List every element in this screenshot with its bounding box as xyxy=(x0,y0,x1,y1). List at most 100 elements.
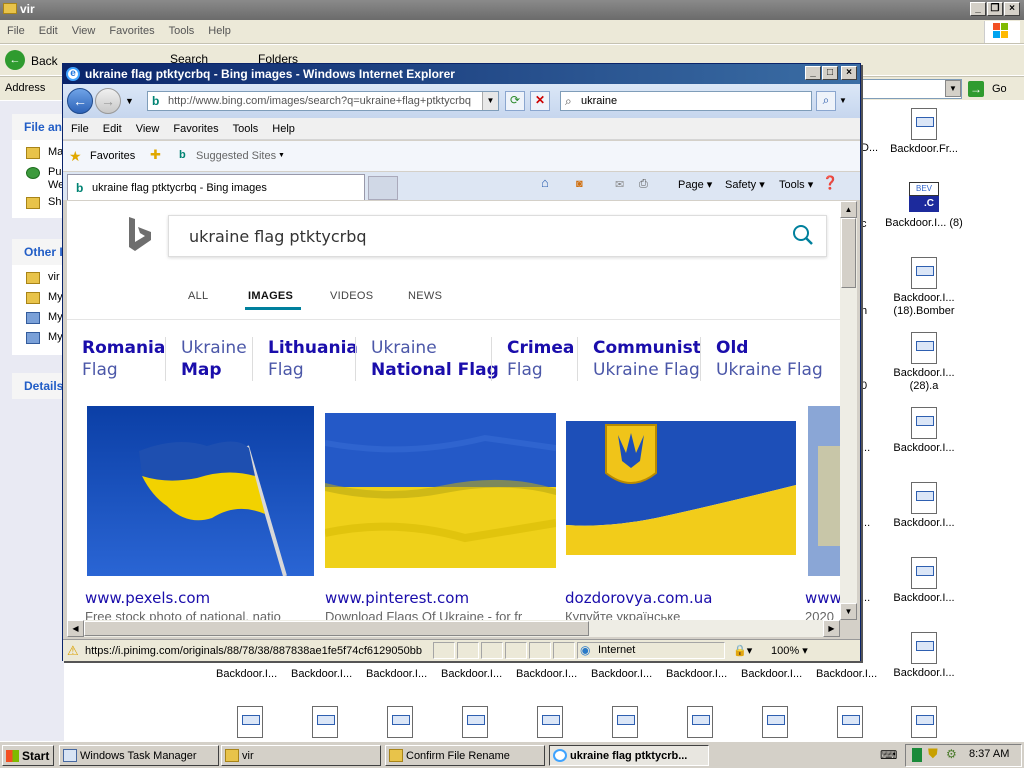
zoom-control[interactable]: 100% ▾ xyxy=(771,644,808,657)
file-task-item[interactable]: We xyxy=(24,179,64,195)
scope-videos[interactable]: VIDEOS xyxy=(330,290,373,302)
maximize-button[interactable]: □ xyxy=(822,66,838,80)
menu-tools[interactable]: Tools xyxy=(162,20,202,42)
image-result-pexels[interactable] xyxy=(87,406,314,576)
file-icon[interactable] xyxy=(734,706,816,740)
file-icon[interactable] xyxy=(434,706,516,740)
search-options-dropdown-icon[interactable]: ▼ xyxy=(839,96,847,105)
other-places-header[interactable]: Other I xyxy=(12,239,64,265)
file-label[interactable]: Backdoor.I... xyxy=(591,668,652,680)
tab-active[interactable]: b ukraine flag ptktycrbq - Bing images xyxy=(67,174,365,200)
scroll-right-arrow-icon[interactable]: ▶ xyxy=(823,620,840,637)
stop-icon[interactable]: ✕ xyxy=(530,91,550,111)
file-item[interactable]: Backdoor.Fr... xyxy=(883,108,965,168)
file-item[interactable]: Backdoor.I... xyxy=(883,482,965,542)
restore-button[interactable]: ❐ xyxy=(987,2,1003,16)
related-search-lithuania[interactable]: Lithuania Flag xyxy=(268,337,358,381)
menu-favorites[interactable]: Favorites xyxy=(165,118,224,135)
image-result-pinterest[interactable] xyxy=(325,413,556,568)
bing-search-box[interactable]: ukraine flag ptktycrbq xyxy=(168,215,827,257)
file-item[interactable]: BEV .C Backdoor.I... (8) xyxy=(883,182,965,242)
suggested-sites-link[interactable]: Suggested Sites xyxy=(196,150,276,162)
favorites-star-icon[interactable]: ★ xyxy=(69,148,82,165)
related-search-ukraine-national-flag[interactable]: Ukraine National Flag xyxy=(371,337,499,381)
scope-images[interactable]: IMAGES xyxy=(248,290,293,302)
result-source-link[interactable]: dozdorovya.com.ua xyxy=(565,589,713,607)
search-icon[interactable] xyxy=(792,224,814,251)
close-button[interactable]: × xyxy=(1004,2,1020,16)
read-mail-icon[interactable]: ✉ xyxy=(615,178,624,191)
file-icon[interactable] xyxy=(809,706,891,740)
keyboard-icon[interactable]: ⌨ xyxy=(880,748,897,762)
image-result-dozdorovya[interactable] xyxy=(566,413,796,568)
safety-menu[interactable]: Safety ▾ xyxy=(725,178,765,191)
forward-button[interactable]: → xyxy=(95,88,121,114)
file-task-item[interactable]: Sha xyxy=(24,196,64,212)
minimize-button[interactable]: _ xyxy=(805,66,821,80)
address-bar[interactable]: b http://www.bing.com/images/search?q=uk… xyxy=(147,91,499,111)
print-icon[interactable]: ⎙ xyxy=(639,178,648,191)
file-task-item[interactable]: Ma xyxy=(24,146,64,162)
result-description[interactable]: 2020 xyxy=(805,609,840,620)
clock[interactable]: 8:37 AM xyxy=(969,748,1009,760)
menu-help[interactable]: Help xyxy=(264,118,301,135)
horizontal-scrollbar[interactable]: ◀ ▶ xyxy=(67,620,840,637)
menu-view[interactable]: View xyxy=(128,118,166,135)
menu-tools[interactable]: Tools xyxy=(225,118,265,135)
file-label[interactable]: Backdoor.I... xyxy=(816,668,877,680)
file-icon[interactable] xyxy=(883,706,965,740)
address-dropdown-icon[interactable]: ▼ xyxy=(482,92,498,110)
file-label[interactable]: Backdoor.I... xyxy=(216,668,277,680)
chevron-down-icon[interactable]: ▼ xyxy=(278,152,285,159)
file-label[interactable]: Backdoor.I... xyxy=(291,668,352,680)
close-button[interactable]: × xyxy=(841,66,857,80)
scope-all[interactable]: ALL xyxy=(188,290,208,302)
scroll-up-arrow-icon[interactable]: ▲ xyxy=(840,201,857,218)
scroll-left-arrow-icon[interactable]: ◀ xyxy=(67,620,84,637)
result-source-link[interactable]: www.pinterest.com xyxy=(325,589,469,607)
history-dropdown-icon[interactable]: ▼ xyxy=(125,96,134,106)
related-search-communist[interactable]: Communist Ukraine Flag xyxy=(593,337,701,381)
file-label[interactable]: Backdoor.I... xyxy=(666,668,727,680)
feeds-icon[interactable]: ◙ xyxy=(576,178,583,190)
taskbar-confirm-file-rename[interactable]: Confirm File Rename xyxy=(385,745,545,766)
file-icon[interactable] xyxy=(209,706,291,740)
file-label[interactable]: Backdoor.I... xyxy=(516,668,577,680)
tray-app-icon[interactable]: ⚙ xyxy=(946,747,957,761)
scope-news[interactable]: NEWS xyxy=(408,290,442,302)
file-icon[interactable] xyxy=(659,706,741,740)
search-input[interactable]: ⌕ ukraine xyxy=(560,91,812,111)
related-search-ukraine-map[interactable]: Ukraine Map xyxy=(181,337,247,381)
menu-edit[interactable]: Edit xyxy=(32,20,65,42)
protected-mode-lock-icon[interactable]: 🔒▾ xyxy=(733,644,752,657)
file-item[interactable]: Backdoor.I... (18).Bomber xyxy=(883,257,965,317)
file-icon[interactable] xyxy=(284,706,366,740)
result-description[interactable]: Free stock photo of national, natio xyxy=(85,609,307,620)
file-icon[interactable] xyxy=(584,706,666,740)
dropdown-arrow-icon[interactable]: ▼ xyxy=(945,80,961,97)
search-go-icon[interactable]: ⌕ xyxy=(816,91,836,111)
scroll-down-arrow-icon[interactable]: ▼ xyxy=(840,603,857,620)
tools-menu[interactable]: Tools ▾ xyxy=(779,178,813,191)
security-zone[interactable]: ◉ Internet xyxy=(577,642,725,659)
favorites-button[interactable]: Favorites xyxy=(90,150,135,162)
help-icon[interactable]: ❓ xyxy=(822,175,838,191)
explorer-title-bar[interactable]: vir _ ❐ × xyxy=(0,0,1024,20)
add-favorites-icon[interactable]: ✚ xyxy=(150,147,161,163)
refresh-icon[interactable]: ⟳ xyxy=(505,91,525,111)
file-icon[interactable] xyxy=(509,706,591,740)
new-tab-button[interactable] xyxy=(368,176,398,200)
image-result-partial[interactable] xyxy=(808,406,840,576)
security-shield-icon[interactable]: ⛊ xyxy=(928,746,938,762)
related-search-romania[interactable]: Romania Flag xyxy=(82,337,165,381)
file-item[interactable]: Backdoor.I... xyxy=(883,632,965,692)
result-description[interactable]: Download Flags Of Ukraine - for fr xyxy=(325,609,551,620)
other-place-item[interactable]: My xyxy=(24,291,64,307)
other-place-item[interactable]: vir xyxy=(24,271,64,287)
taskbar-vir[interactable]: vir xyxy=(221,745,381,766)
vertical-scrollbar[interactable]: ▲ ▼ xyxy=(840,201,857,620)
menu-help[interactable]: Help xyxy=(201,20,238,42)
menu-file[interactable]: File xyxy=(63,118,95,135)
file-item[interactable]: Backdoor.I... (28).a xyxy=(883,332,965,392)
bing-logo-icon[interactable] xyxy=(125,215,155,251)
